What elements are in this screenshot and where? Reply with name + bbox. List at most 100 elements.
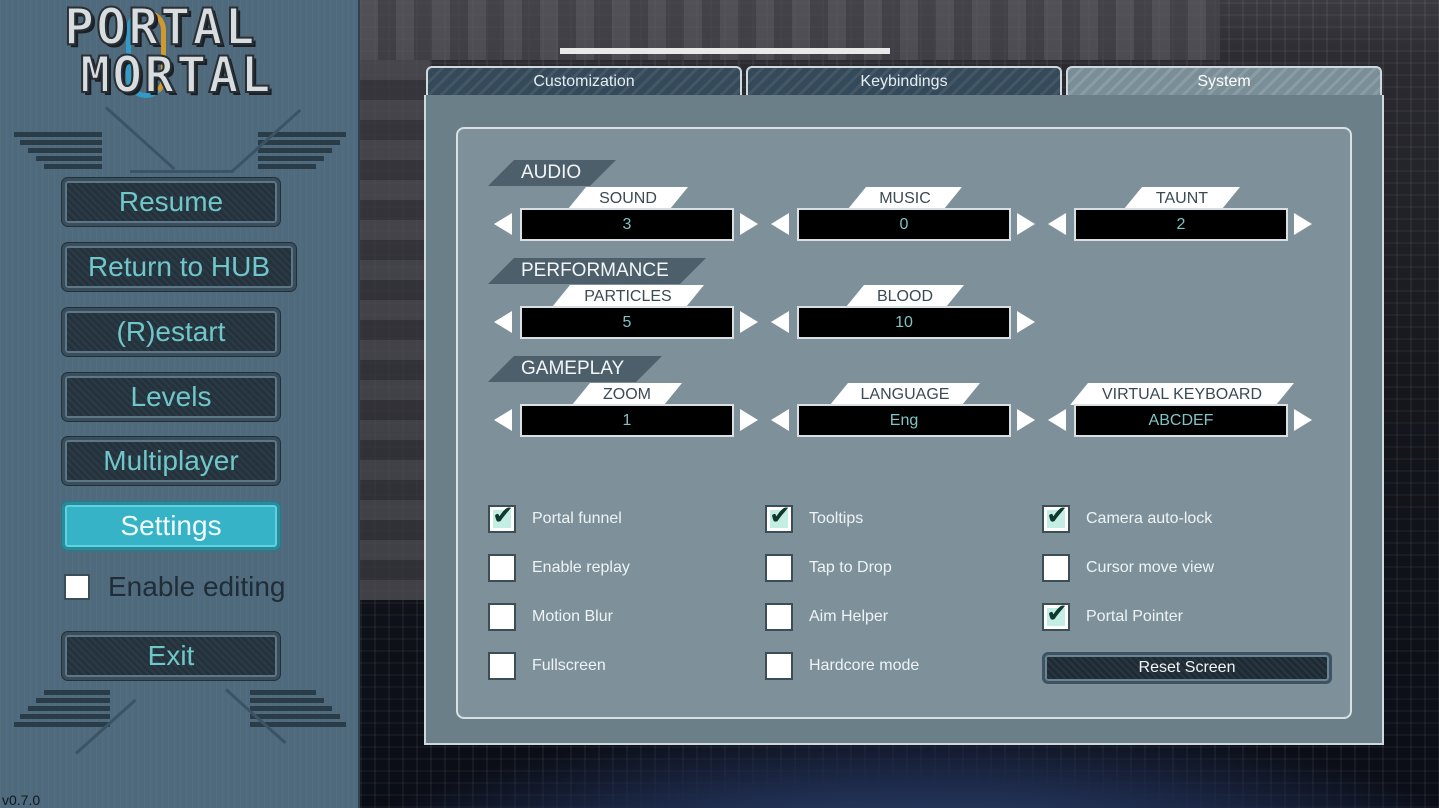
sound-value: 3 — [520, 208, 734, 241]
checkbox-camera-auto-lock[interactable]: ✔ Camera auto-lock — [1042, 501, 1213, 534]
blood-increase-arrow-icon[interactable] — [1017, 311, 1035, 333]
logo-line-2: MORTAL — [79, 46, 273, 104]
chevron-decoration — [258, 156, 324, 161]
checkbox-aim-helper[interactable]: ✔ Aim Helper — [765, 602, 888, 632]
music-increase-arrow-icon[interactable] — [1017, 213, 1035, 235]
checkbox-box[interactable]: ✔ — [488, 652, 516, 680]
sound-label: SOUND — [568, 187, 688, 209]
chevron-decoration — [258, 164, 316, 169]
checkmark-icon: ✔ — [492, 501, 514, 531]
tab-keybindings[interactable]: Keybindings — [746, 66, 1062, 96]
blood-decrease-arrow-icon[interactable] — [771, 311, 789, 333]
checkbox-fullscreen[interactable]: ✔ Fullscreen — [488, 651, 606, 681]
zoom-decrease-arrow-icon[interactable] — [494, 409, 512, 431]
checkbox-label: Cursor move view — [1086, 559, 1215, 576]
checkbox-enable-replay[interactable]: ✔ Enable replay — [488, 553, 630, 583]
restart-button[interactable]: (R)estart — [62, 308, 280, 356]
tab-system[interactable]: System — [1066, 66, 1382, 96]
chevron-decoration — [44, 164, 102, 169]
pause-menu-sidebar: PORTAL MORTAL Resume Return to HUB (R)es… — [0, 0, 360, 808]
chevron-decoration — [44, 690, 110, 695]
checkbox-box[interactable]: ✔ — [765, 603, 793, 631]
chevron-decoration — [250, 706, 332, 711]
checkbox-box[interactable]: ✔ — [1042, 501, 1070, 533]
scene-wall-left — [360, 60, 430, 600]
checkbox-box[interactable]: ✔ — [488, 603, 516, 631]
chevron-decoration — [36, 698, 110, 703]
chevron-decoration — [20, 714, 110, 719]
zoom-increase-arrow-icon[interactable] — [740, 409, 758, 431]
checkbox-box[interactable]: ✔ — [765, 501, 793, 533]
blood-label: BLOOD — [846, 285, 964, 307]
checkbox-cursor-move-view[interactable]: ✔ Cursor move view — [1042, 553, 1214, 583]
chevron-decoration — [14, 132, 102, 137]
logo-line-1: PORTAL — [63, 0, 257, 56]
frame-line — [104, 106, 176, 171]
checkbox-label: Enable replay — [532, 559, 630, 576]
exit-button[interactable]: Exit — [62, 632, 280, 680]
language-decrease-arrow-icon[interactable] — [771, 409, 789, 431]
checkbox-label: Motion Blur — [532, 608, 613, 625]
checkbox-box[interactable]: ✔ — [488, 501, 516, 533]
music-value: 0 — [797, 208, 1011, 241]
enable-editing-row[interactable]: Enable editing — [64, 570, 285, 604]
reset-screen-button[interactable]: Reset Screen — [1042, 652, 1332, 684]
game-logo: PORTAL MORTAL — [63, 0, 294, 104]
section-performance-title: PERFORMANCE — [488, 258, 706, 284]
checkbox-box[interactable]: ✔ — [765, 652, 793, 680]
chevron-decoration — [258, 140, 340, 145]
checkbox-tooltips[interactable]: ✔ Tooltips — [765, 501, 863, 534]
chevron-decoration — [250, 698, 324, 703]
checkbox-tap-to-drop[interactable]: ✔ Tap to Drop — [765, 553, 892, 583]
language-increase-arrow-icon[interactable] — [1017, 409, 1035, 431]
sound-decrease-arrow-icon[interactable] — [494, 213, 512, 235]
chevron-decoration — [28, 706, 110, 711]
zoom-value: 1 — [520, 404, 734, 437]
language-label: LANGUAGE — [830, 383, 980, 405]
checkbox-box[interactable]: ✔ — [1042, 554, 1070, 582]
checkbox-hardcore-mode[interactable]: ✔ Hardcore mode — [765, 651, 919, 681]
checkbox-label: Aim Helper — [809, 608, 889, 625]
chevron-decoration — [28, 148, 102, 153]
checkbox-box[interactable]: ✔ — [488, 554, 516, 582]
settings-button[interactable]: Settings — [62, 502, 280, 550]
checkmark-icon: ✔ — [769, 501, 791, 531]
particles-decrease-arrow-icon[interactable] — [494, 311, 512, 333]
enable-editing-checkbox[interactable] — [64, 574, 90, 600]
checkbox-label: Tap to Drop — [809, 559, 892, 576]
multiplayer-button[interactable]: Multiplayer — [62, 437, 280, 485]
checkbox-label: Camera auto-lock — [1086, 510, 1213, 527]
taunt-increase-arrow-icon[interactable] — [1294, 213, 1312, 235]
enable-editing-label: Enable editing — [108, 571, 286, 602]
blood-value: 10 — [797, 306, 1011, 339]
frame-line — [130, 170, 234, 173]
checkbox-label: Fullscreen — [532, 657, 606, 674]
checkbox-portal-pointer[interactable]: ✔ Portal Pointer — [1042, 599, 1183, 632]
scene-light-beam — [560, 48, 890, 54]
checkbox-portal-funnel[interactable]: ✔ Portal funnel — [488, 501, 622, 534]
checkbox-box[interactable]: ✔ — [765, 554, 793, 582]
music-decrease-arrow-icon[interactable] — [771, 213, 789, 235]
particles-value: 5 — [520, 306, 734, 339]
virtual-keyboard-label: VIRTUAL KEYBOARD — [1070, 383, 1294, 405]
resume-button[interactable]: Resume — [62, 178, 280, 226]
tab-customization[interactable]: Customization — [426, 66, 742, 96]
version-label: v0.7.0 — [2, 792, 41, 808]
taunt-decrease-arrow-icon[interactable] — [1048, 213, 1066, 235]
checkbox-label: Hardcore mode — [809, 657, 920, 674]
taunt-label: TAUNT — [1124, 187, 1240, 209]
chevron-decoration — [250, 690, 316, 695]
sound-increase-arrow-icon[interactable] — [740, 213, 758, 235]
return-to-hub-button[interactable]: Return to HUB — [62, 243, 296, 291]
particles-increase-arrow-icon[interactable] — [740, 311, 758, 333]
chevron-decoration — [250, 714, 340, 719]
checkbox-motion-blur[interactable]: ✔ Motion Blur — [488, 602, 613, 632]
checkmark-icon: ✔ — [1046, 501, 1068, 531]
checkbox-box[interactable]: ✔ — [1042, 599, 1070, 631]
virtual-keyboard-increase-arrow-icon[interactable] — [1294, 409, 1312, 431]
checkbox-label: Portal Pointer — [1086, 608, 1183, 625]
virtual-keyboard-decrease-arrow-icon[interactable] — [1048, 409, 1066, 431]
chevron-decoration — [36, 156, 102, 161]
levels-button[interactable]: Levels — [62, 373, 280, 421]
checkbox-label: Portal funnel — [532, 510, 622, 527]
